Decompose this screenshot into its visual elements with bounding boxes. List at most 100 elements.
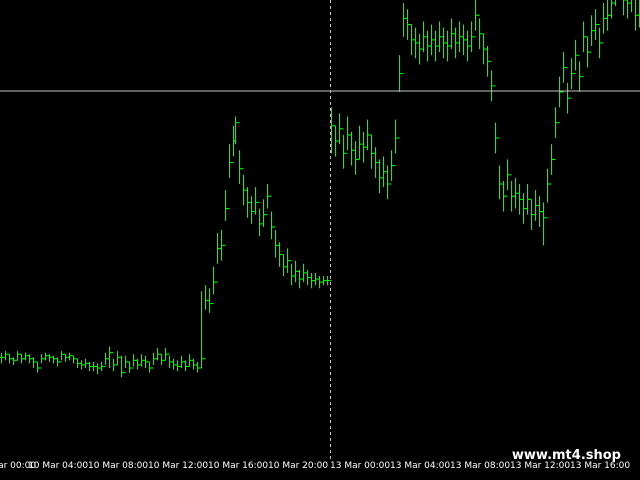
ohlc-bar: [237, 122, 242, 184]
ohlc-bar: [393, 119, 398, 167]
ohlc-bar: [159, 353, 164, 365]
ohlc-bar: [99, 361, 104, 372]
x-tick-label: 10 Mar 20:00: [268, 461, 329, 471]
ohlc-bar: [253, 187, 258, 215]
ohlc-bar: [103, 352, 108, 367]
ohlc-bar: [155, 348, 160, 361]
ohlc-bar: [31, 357, 36, 368]
ohlc-bar: [437, 21, 442, 53]
ohlc-bar: [605, 0, 610, 31]
chart-canvas[interactable]: [0, 0, 640, 480]
ohlc-bar: [377, 159, 382, 194]
ohlc-bar: [569, 58, 574, 99]
ohlc-bar: [601, 3, 606, 44]
x-tick-label: 10 Mar 04:00: [28, 461, 89, 471]
ohlc-bar: [581, 21, 586, 78]
ohlc-bar: [389, 150, 394, 185]
ohlc-bar: [139, 354, 144, 367]
ohlc-bar: [297, 269, 302, 289]
ohlc-bar: [0, 352, 4, 364]
ohlc-bar: [425, 30, 430, 62]
ohlc-bar: [529, 198, 534, 230]
ohlc-bar: [171, 358, 176, 370]
ohlc-bar: [533, 190, 538, 221]
ohlc-bar: [35, 361, 40, 373]
ohlc-bar: [489, 60, 494, 102]
x-tick-label: 13 Mar 04:00: [390, 461, 451, 471]
ohlc-bar: [215, 233, 220, 283]
ohlc-bar: [281, 254, 286, 276]
ohlc-bar: [333, 125, 338, 157]
ohlc-bar: [59, 351, 64, 363]
x-tick-label: 10 Mar 12:00: [148, 461, 209, 471]
ohlc-bar: [557, 76, 562, 124]
ohlc-bar: [305, 269, 310, 286]
ohlc-bar: [15, 351, 20, 361]
ohlc-bar: [111, 352, 116, 372]
ohlc-bar: [269, 195, 274, 240]
ohlc-bar: [187, 354, 192, 367]
ohlc-bar: [51, 355, 56, 364]
watermark-text: www.mt4.shop: [511, 448, 621, 463]
ohlc-bar: [481, 33, 486, 65]
ohlc-bar: [195, 361, 200, 373]
ohlc-bar: [203, 285, 208, 360]
ohlc-bar: [625, 0, 630, 19]
ohlc-bar: [521, 193, 526, 224]
ohlc-bar: [341, 128, 346, 169]
ohlc-bar: [573, 39, 578, 75]
ohlc-bar: [477, 14, 482, 50]
ohlc-bar: [345, 116, 350, 154]
x-tick-label: 13 Mar 08:00: [450, 461, 511, 471]
ohlc-bar: [597, 24, 602, 59]
ohlc-bar: [361, 131, 366, 163]
ohlc-bar: [219, 230, 224, 261]
ohlc-bar: [357, 125, 362, 160]
ohlc-bar: [409, 24, 414, 56]
ohlc-bar: [107, 346, 112, 368]
ohlc-bar: [441, 27, 446, 59]
ohlc-bar: [63, 353, 68, 362]
ohlc-bar: [541, 202, 546, 246]
ohlc-bar: [285, 248, 290, 273]
ohlc-bar: [321, 276, 326, 286]
ohlc-bar: [353, 141, 358, 175]
ohlc-bar: [47, 354, 52, 362]
ohlc-bar: [249, 196, 254, 224]
ohlc-bar: [233, 116, 238, 145]
ohlc-bar: [131, 354, 136, 369]
ohlc-bar: [27, 354, 32, 364]
ohlc-bar: [207, 288, 212, 313]
ohlc-bar: [211, 266, 216, 305]
ohlc-bar: [75, 358, 80, 368]
ohlc-bar: [123, 355, 128, 374]
ohlc-bar: [337, 113, 342, 145]
ohlc-bar: [55, 357, 60, 367]
ohlc-bar: [301, 263, 306, 283]
x-tick-label: 10 Mar 08:00: [88, 461, 149, 471]
ohlc-bar: [277, 242, 282, 267]
ohlc-bar: [147, 361, 152, 373]
x-tick-label: 13 Mar 00:00: [330, 461, 391, 471]
ohlc-bar: [317, 276, 322, 289]
ohlc-bar: [313, 272, 318, 286]
ohlc-bar: [183, 360, 188, 372]
ohlc-bar: [397, 55, 402, 139]
ohlc-bar: [175, 360, 180, 372]
ohlc-bar: [405, 9, 410, 40]
ohlc-bar: [589, 15, 594, 53]
ohlc-bar: [457, 21, 462, 53]
ohlc-bar: [545, 168, 550, 219]
ohlc-bar: [309, 272, 314, 289]
ohlc-bar: [199, 291, 204, 369]
ohlc-bar: [83, 358, 88, 368]
ohlc-bar: [385, 165, 390, 200]
ohlc-bar: [293, 260, 298, 283]
ohlc-bar: [127, 361, 132, 373]
ohlc-bar: [349, 131, 354, 166]
ohlc-bar: [365, 119, 370, 151]
ohlc-bar: [7, 353, 12, 364]
ohlc-bar: [11, 357, 16, 365]
ohlc-bar: [445, 30, 450, 62]
price-chart[interactable]: 10 Mar 00:0010 Mar 04:0010 Mar 08:0010 M…: [0, 0, 640, 480]
